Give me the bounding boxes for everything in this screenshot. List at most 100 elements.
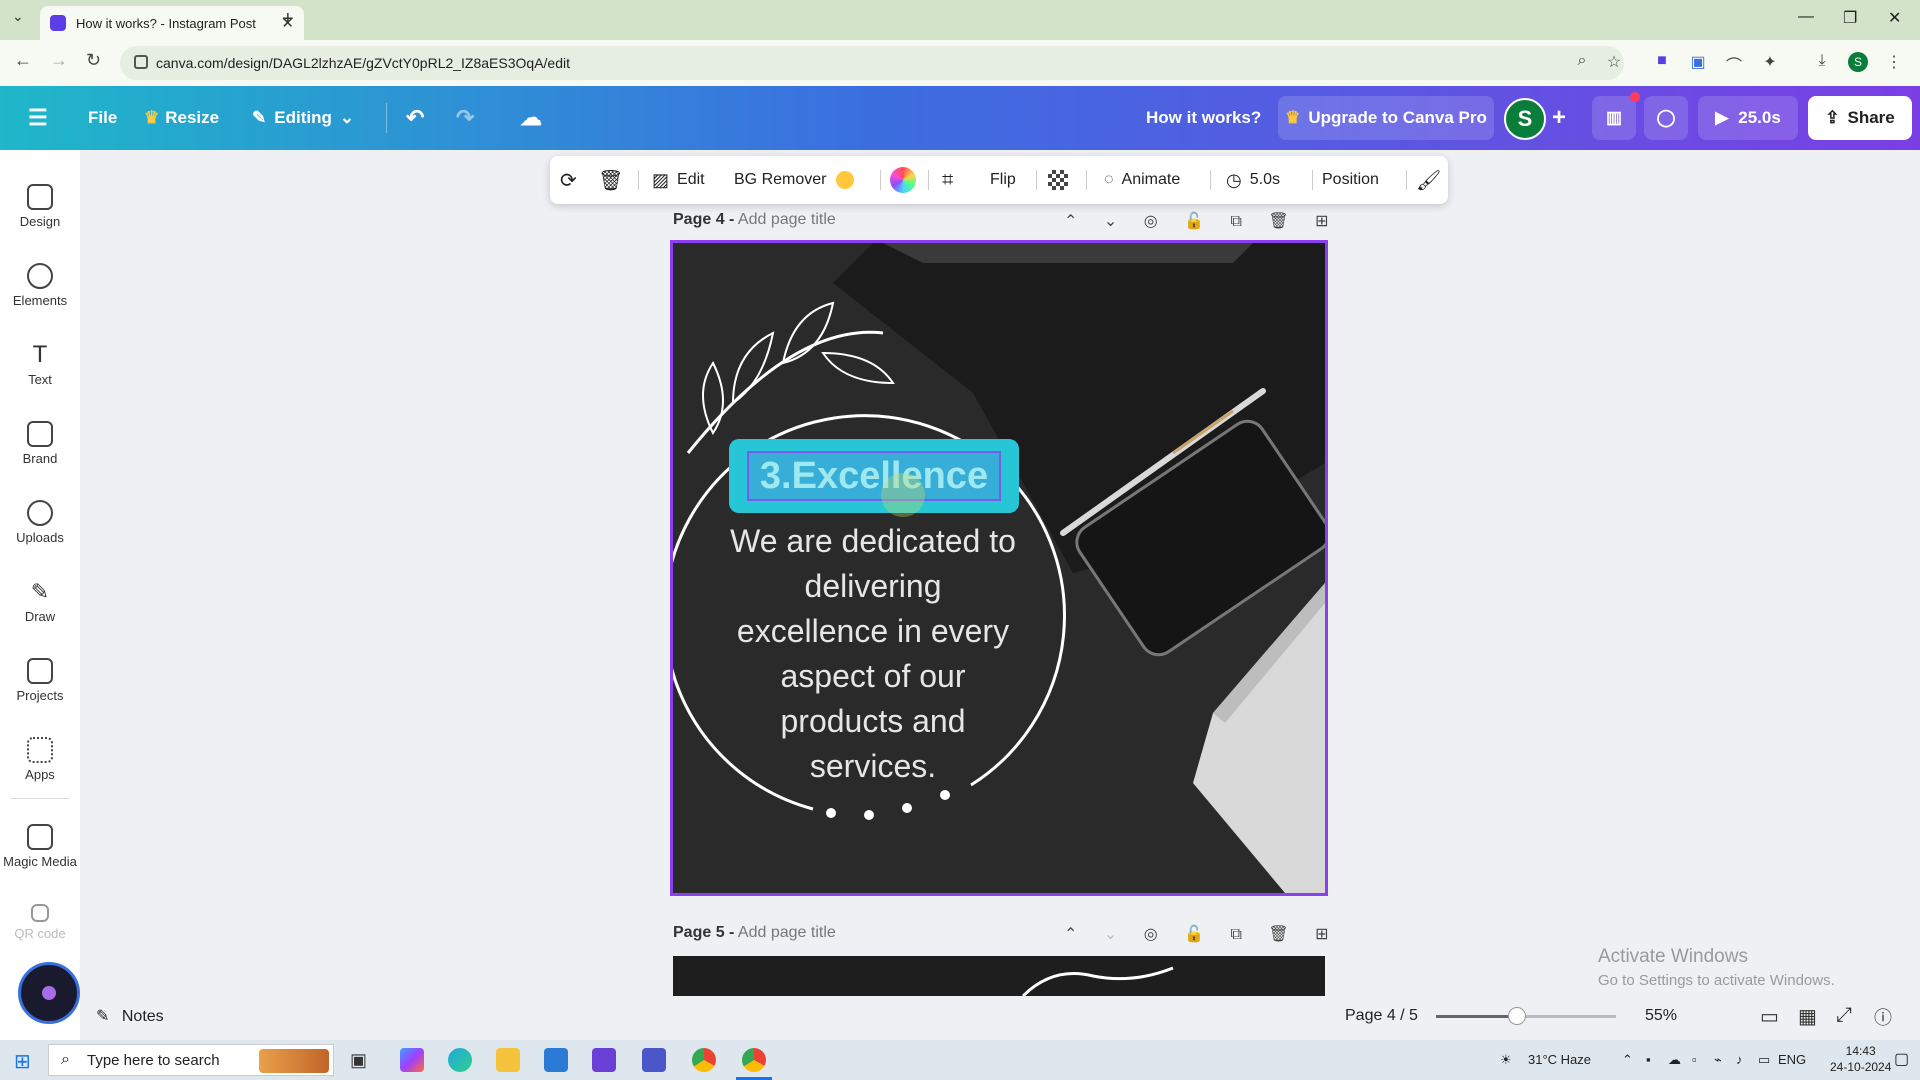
extension-canva-icon[interactable]: ■ (1652, 52, 1672, 72)
taskbar-search[interactable]: ⌕ Type here to search (48, 1044, 334, 1076)
animate-button[interactable]: ◌ Animate (1104, 156, 1180, 204)
download-icon[interactable]: ⤓ (1812, 52, 1832, 72)
teams-icon[interactable] (642, 1048, 666, 1072)
page-4-canvas[interactable]: 3.Excellence We are dedicated to deliver… (670, 240, 1328, 896)
share-button[interactable]: ⇪ Share (1808, 96, 1912, 140)
page-title-input[interactable]: Add page title (738, 211, 836, 228)
duration-button[interactable]: ◷ 5.0s (1226, 156, 1280, 204)
crop-icon[interactable]: ⌗ (942, 156, 953, 204)
site-info-icon[interactable] (134, 55, 148, 69)
tray-teams-icon[interactable]: ▪ (1646, 1052, 1651, 1067)
present-button[interactable]: ▶ 25.0s (1698, 96, 1798, 140)
battery-icon[interactable]: ▭ (1758, 1052, 1770, 1068)
sidebar-item-apps[interactable]: Apps (0, 723, 80, 793)
redo-icon[interactable]: ↷ (456, 86, 474, 150)
chrome-active-icon[interactable] (742, 1048, 766, 1072)
magic-switch-icon[interactable]: ⟳ (560, 156, 577, 204)
extension-icon[interactable]: ⌒ (1724, 52, 1744, 75)
assistant-orb[interactable] (18, 962, 80, 1024)
file-explorer-icon[interactable] (496, 1048, 520, 1072)
mail-icon[interactable] (544, 1048, 568, 1072)
bookmark-star-icon[interactable]: ☆ (1604, 52, 1624, 72)
move-up-icon[interactable]: ⌃ (1064, 926, 1077, 943)
color-adjust-button[interactable] (890, 156, 916, 204)
sidebar-item-elements[interactable]: Elements (0, 249, 80, 319)
language-indicator[interactable]: ENG (1778, 1052, 1806, 1067)
lock-icon[interactable]: 🔓 (1184, 213, 1204, 230)
delete-page-icon[interactable]: 🗑 (1268, 926, 1288, 943)
page-indicator[interactable]: Page 4 / 5 (1345, 1007, 1418, 1025)
position-button[interactable]: Position (1322, 156, 1379, 204)
duplicate-page-icon[interactable]: ⧉ (1231, 213, 1242, 230)
move-down-icon[interactable]: ⌄ (1104, 926, 1117, 943)
insights-icon[interactable]: ▥ (1592, 96, 1636, 140)
comments-icon[interactable]: ◯ (1644, 96, 1688, 140)
canva-app-icon[interactable] (592, 1048, 616, 1072)
edge-icon[interactable] (448, 1048, 472, 1072)
edit-image-button[interactable]: ▨ Edit (652, 156, 705, 204)
weather-icon[interactable]: ☀ (1500, 1052, 1512, 1068)
add-collaborator-icon[interactable]: + (1552, 86, 1566, 150)
reload-icon[interactable]: ↻ (86, 50, 101, 71)
page-view-icon[interactable]: ▭ (1760, 1004, 1779, 1029)
lock-icon[interactable]: 🔓 (1184, 926, 1204, 943)
page-title-input[interactable]: Add page title (738, 924, 836, 941)
url-field[interactable]: canva.com/design/DAGL2lzhzAE/gZVctY0pRL2… (120, 46, 1624, 80)
forward-icon[interactable]: → (50, 50, 68, 71)
sidebar-item-projects[interactable]: Projects (0, 644, 80, 714)
chrome-icon[interactable] (692, 1048, 716, 1072)
sidebar-item-brand[interactable]: Brand (0, 407, 80, 477)
browser-tab[interactable]: How it works? - Instagram Post ✕ (40, 6, 304, 40)
sidebar-item-draw[interactable]: ✎ Draw (0, 565, 80, 635)
transparency-button[interactable] (1048, 156, 1068, 204)
duplicate-page-icon[interactable]: ⧉ (1231, 926, 1242, 943)
grid-view-icon[interactable]: ▦ (1798, 1004, 1817, 1029)
cloud-saved-icon[interactable]: ☁ (520, 86, 542, 150)
hide-page-icon[interactable]: ◎ (1144, 926, 1158, 943)
sidebar-item-text[interactable]: T Text (0, 328, 80, 398)
add-page-icon[interactable]: ⊞ (1315, 926, 1328, 943)
weather-text[interactable]: 31°C Haze (1528, 1052, 1591, 1067)
sidebar-item-qr-code[interactable]: QR code (0, 890, 80, 960)
profile-avatar-icon[interactable]: S (1848, 52, 1868, 72)
sidebar-item-design[interactable]: Design (0, 170, 80, 240)
hide-page-icon[interactable]: ◎ (1144, 213, 1158, 230)
zoom-slider-handle[interactable] (1508, 1007, 1526, 1025)
network-icon[interactable]: ⌁ (1714, 1052, 1722, 1068)
new-tab-icon[interactable]: + (282, 8, 294, 31)
zoom-level[interactable]: 55% (1645, 1007, 1677, 1025)
extensions-puzzle-icon[interactable]: ✦ (1760, 52, 1780, 72)
main-menu-icon[interactable]: ☰ (28, 86, 48, 150)
copilot-icon[interactable] (400, 1048, 424, 1072)
move-up-icon[interactable]: ⌃ (1064, 213, 1077, 230)
design-title[interactable]: How it works? (1146, 86, 1261, 150)
delete-page-icon[interactable]: 🗑 (1268, 213, 1288, 230)
copy-style-icon[interactable]: 🖌 (1416, 156, 1441, 204)
user-avatar[interactable]: S (1504, 98, 1546, 140)
sidebar-item-magic-media[interactable]: Magic Media (0, 810, 80, 880)
move-down-icon[interactable]: ⌄ (1104, 213, 1117, 230)
fullscreen-icon[interactable]: ⤢ (1836, 1004, 1852, 1027)
browser-menu-icon[interactable]: ⋮ (1884, 52, 1904, 72)
flip-button[interactable]: Flip (990, 156, 1016, 204)
add-page-icon[interactable]: ⊞ (1315, 213, 1328, 230)
tray-expand-icon[interactable]: ⌃ (1622, 1052, 1633, 1068)
hardware-icon[interactable]: ▫ (1692, 1052, 1697, 1067)
resize-button[interactable]: ♛ Resize (144, 86, 219, 150)
restore-icon[interactable]: ❐ (1843, 8, 1857, 28)
zoom-icon[interactable]: ⌕ (1572, 52, 1592, 72)
sidebar-item-uploads[interactable]: Uploads (0, 486, 80, 556)
windows-start-icon[interactable]: ⊞ (14, 1049, 31, 1074)
upgrade-button[interactable]: ♛ Upgrade to Canva Pro (1278, 96, 1494, 140)
page-5-canvas[interactable] (673, 956, 1325, 998)
volume-icon[interactable]: ♪ (1736, 1052, 1743, 1067)
notes-button[interactable]: ✎ Notes (96, 1006, 164, 1026)
body-text[interactable]: We are dedicated to delivering excellenc… (703, 519, 1043, 789)
zoom-slider[interactable] (1436, 1007, 1616, 1025)
tab-list-icon[interactable]: ⌄ (12, 8, 24, 25)
notifications-icon[interactable]: ▢ (1894, 1049, 1909, 1069)
delete-icon[interactable]: 🗑 (598, 156, 623, 204)
onedrive-icon[interactable]: ☁ (1668, 1052, 1681, 1068)
back-icon[interactable]: ← (14, 50, 32, 71)
file-menu[interactable]: File (88, 86, 117, 150)
